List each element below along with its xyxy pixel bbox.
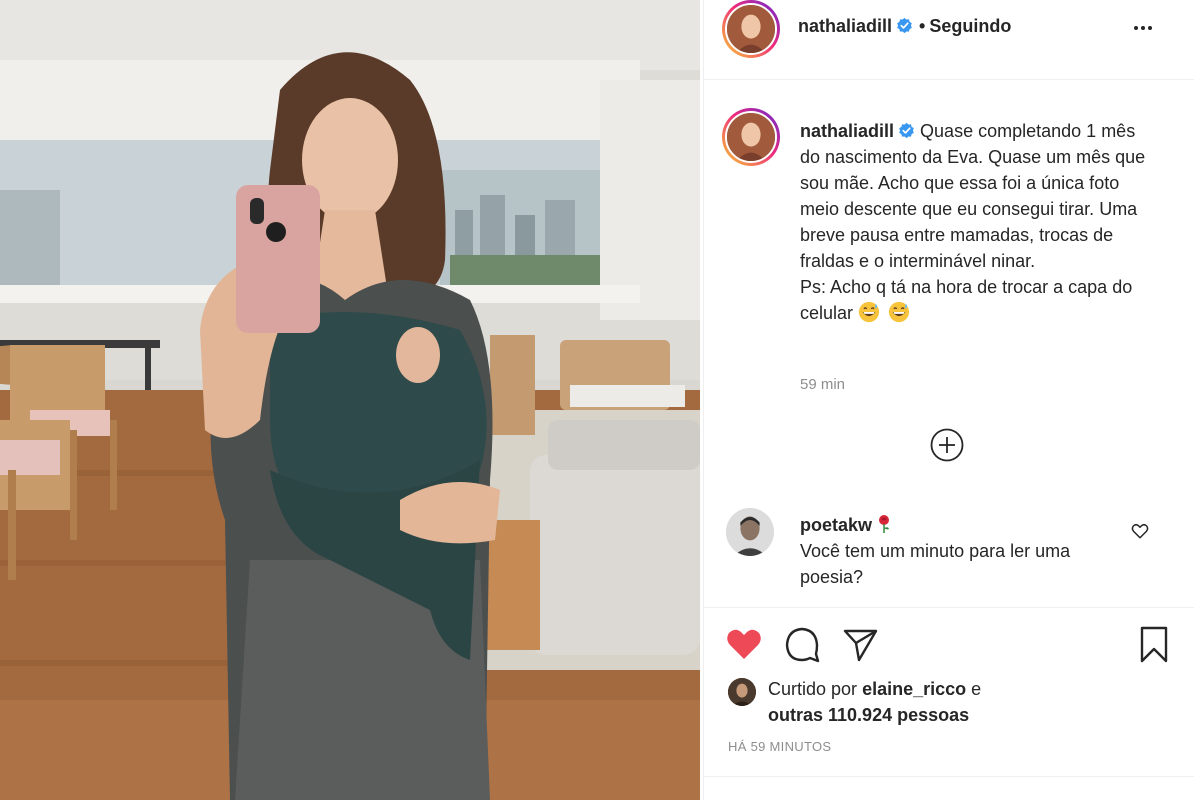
caption-username[interactable]: nathaliadill: [800, 121, 894, 141]
likes-connector: e: [971, 679, 982, 699]
rose-emoji: [879, 515, 890, 533]
plus-circle-icon[interactable]: [930, 428, 964, 462]
caption-line-3: Ps: Acho q tá na hora de trocar a capa d…: [800, 277, 1138, 323]
grinning-sweat-emoji: [888, 301, 910, 323]
heart-filled-icon[interactable]: [724, 624, 764, 664]
following-button[interactable]: Seguindo: [929, 16, 1011, 36]
avatar-image: [727, 113, 775, 161]
post-photo[interactable]: [0, 0, 700, 800]
post-image: [0, 0, 700, 800]
caption-time: 59 min: [800, 376, 846, 393]
paper-plane-icon[interactable]: [840, 624, 880, 664]
grinning-sweat-emoji: [858, 301, 880, 323]
bookmark-icon[interactable]: [1134, 624, 1174, 664]
caption-text: nathaliadill Quase completando 1 mês do …: [800, 118, 1156, 326]
more-options-icon[interactable]: [1134, 17, 1158, 37]
caption-author-avatar[interactable]: [722, 108, 780, 166]
author-avatar[interactable]: [722, 0, 780, 58]
likes-prefix: Curtido por: [768, 679, 858, 699]
post-actions: Curtido por elaine_ricco e outras 110.92…: [704, 607, 1194, 800]
post-sidebar: nathaliadill • Seguindo nathaliadill Quase…: [703, 0, 1194, 800]
likes-text: Curtido por elaine_ricco e outras 110.92…: [768, 676, 981, 728]
comment-text: Você tem um minuto para ler uma poesia?: [800, 541, 1071, 587]
verified-badge-icon: [899, 122, 914, 139]
liker-avatar[interactable]: [728, 678, 756, 706]
commenter-avatar[interactable]: [726, 508, 774, 556]
author-username[interactable]: nathaliadill: [798, 16, 892, 36]
comment-icon[interactable]: [782, 624, 822, 664]
avatar-image: [726, 508, 774, 556]
caption-line-1: Quase completando 1: [920, 121, 1097, 141]
post-header: nathaliadill • Seguindo: [704, 0, 1194, 80]
header-separator: •: [919, 16, 926, 36]
avatar-image: [728, 678, 756, 706]
caption-line-2: mês do nascimento da Eva. Quase um mês q…: [800, 121, 1151, 271]
divider: [704, 776, 1194, 777]
avatar-image: [727, 5, 775, 53]
header-user-line: nathaliadill • Seguindo: [798, 16, 1011, 37]
post-timestamp[interactable]: HÁ 59 MINUTOS: [728, 739, 831, 754]
likes-count[interactable]: outras 110.924 pessoas: [768, 705, 969, 725]
heart-outline-icon[interactable]: [1131, 522, 1149, 540]
comment-user-line: poetakw: [800, 514, 892, 536]
liker-username[interactable]: elaine_ricco: [862, 679, 966, 699]
commenter-username[interactable]: poetakw: [800, 515, 872, 535]
verified-badge-icon: [897, 17, 912, 34]
